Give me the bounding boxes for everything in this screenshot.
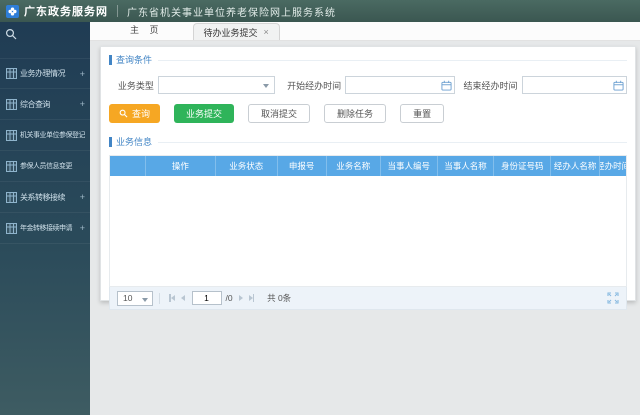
calendar-icon[interactable] — [440, 80, 452, 93]
tab-pending-business-submit[interactable]: 待办业务提交 × — [192, 23, 280, 40]
expand-icon[interactable] — [607, 292, 619, 304]
sidebar-item-label: 机关事业单位参保登记 — [20, 132, 85, 139]
sidebar-item-label: 关系转移接续 — [20, 192, 65, 202]
sidebar-item-person-info-change[interactable]: 参保人员信息变更 — [0, 151, 90, 182]
table-empty-body — [110, 176, 626, 286]
expand-plus-icon[interactable]: + — [80, 223, 85, 233]
search-icon — [119, 109, 128, 118]
delete-task-button[interactable]: 删除任务 — [324, 104, 387, 123]
start-time-input[interactable] — [346, 77, 454, 93]
query-section-header: 查询条件 — [109, 54, 627, 66]
tab-label: 待办业务提交 — [203, 27, 258, 38]
end-time-field — [521, 76, 628, 94]
business-type-label: 业务类型 — [117, 80, 154, 91]
content-panel: 查询条件 业务类型 开始经办时间 结束经办时间 查询 业务提交 取消提交 删除任… — [100, 46, 636, 310]
grid-icon — [6, 129, 17, 141]
tab-home[interactable]: 主 页 — [130, 23, 163, 36]
sidebar-item-label: 年金转移接续申请 — [20, 225, 72, 232]
expand-plus-icon[interactable]: + — [80, 69, 85, 79]
tab-bar: 主 页 待办业务提交 × — [90, 22, 640, 41]
sidebar-search-button[interactable] — [0, 22, 90, 46]
end-time-input[interactable] — [522, 77, 627, 93]
grid-icon — [6, 160, 17, 172]
grid-icon — [6, 68, 17, 79]
start-time-label: 开始经办时间 — [287, 80, 342, 91]
page-total-label: /0 — [225, 293, 233, 303]
section-divider — [158, 141, 627, 143]
record-count-label: 共 0条 — [267, 293, 292, 303]
sidebar-item-relation-transfer[interactable]: 关系转移接续 + — [0, 182, 90, 213]
header-divider — [117, 5, 118, 17]
table-header-row: 操作 业务状态 申报号 业务名称 当事人编号 当事人名称 身份证号码 经办人名称… — [110, 156, 626, 176]
prev-page-button[interactable] — [180, 295, 185, 301]
business-submit-button[interactable]: 业务提交 — [174, 104, 235, 123]
table-header-handler-name: 经办人名称 — [551, 156, 601, 176]
table-header-declare-no: 申报号 — [278, 156, 327, 176]
grid-icon — [6, 98, 17, 110]
info-section-header: 业务信息 — [109, 136, 627, 148]
top-header: 广东政务服务网 广东省机关事业单位养老保险网上服务系统 — [0, 0, 640, 22]
action-button-row: 查询 业务提交 取消提交 删除任务 重置 — [109, 104, 627, 123]
section-title: 业务信息 — [109, 137, 152, 147]
business-type-select[interactable] — [157, 76, 276, 94]
page-size-select[interactable]: 10 — [117, 290, 153, 306]
table-header-operation: 操作 — [146, 156, 216, 176]
sidebar-item-label: 综合查询 — [20, 99, 50, 109]
pagination-bar: 10 /0 共 0条 — [109, 287, 627, 310]
first-page-button[interactable] — [169, 294, 175, 302]
query-form-row: 业务类型 开始经办时间 结束经办时间 — [109, 76, 628, 94]
expand-plus-icon[interactable]: + — [80, 99, 85, 109]
chevron-down-icon — [142, 297, 148, 302]
cancel-submit-button[interactable]: 取消提交 — [248, 104, 311, 123]
sidebar-menu: 业务办理情况 + 综合查询 + 机关事业单位参保登记 参保人员信息变更 关系转移… — [0, 58, 90, 244]
table-header-id-number: 身份证号码 — [494, 156, 552, 176]
business-table: 操作 业务状态 申报号 业务名称 当事人编号 当事人名称 身份证号码 经办人名称… — [109, 155, 627, 287]
grid-icon — [6, 222, 17, 234]
section-divider — [158, 59, 627, 61]
table-header-status: 业务状态 — [216, 156, 278, 176]
next-page-button[interactable] — [238, 295, 243, 301]
sidebar-item-label: 参保人员信息变更 — [20, 163, 73, 170]
table-header-handle-time: 经办时间 — [600, 161, 626, 171]
sidebar-item-insurance-registration[interactable]: 机关事业单位参保登记 — [0, 120, 90, 151]
reset-button[interactable]: 重置 — [400, 104, 445, 123]
last-page-button[interactable] — [248, 294, 255, 302]
table-header-select — [110, 156, 147, 176]
close-icon[interactable]: × — [264, 27, 269, 37]
system-title: 广东省机关事业单位养老保险网上服务系统 — [127, 7, 336, 19]
sidebar-item-annuity-transfer[interactable]: 年金转移接续申请 + — [0, 213, 90, 244]
search-icon — [5, 28, 17, 40]
sidebar: 业务办理情况 + 综合查询 + 机关事业单位参保登记 参保人员信息变更 关系转移… — [0, 22, 90, 415]
search-button[interactable]: 查询 — [109, 104, 161, 123]
grid-icon — [6, 191, 17, 203]
pagination-divider — [159, 292, 160, 304]
sidebar-item-comprehensive-query[interactable]: 综合查询 + — [0, 89, 90, 120]
sidebar-item-label: 业务办理情况 — [20, 69, 65, 78]
chevron-down-icon — [263, 84, 270, 88]
table-header-business-name: 业务名称 — [327, 156, 381, 176]
brand-title: 广东政务服务网 — [24, 6, 108, 18]
main-content: 主 页 待办业务提交 × 查询条件 业务类型 开始经办时间 结束经办时间 查询 … — [90, 22, 640, 415]
end-time-label: 结束经办时间 — [463, 80, 518, 91]
expand-plus-icon[interactable]: + — [80, 192, 85, 202]
calendar-icon[interactable] — [613, 80, 624, 93]
gov-logo-icon — [6, 4, 19, 18]
section-title: 查询条件 — [109, 55, 152, 65]
page-number-input[interactable] — [191, 291, 222, 305]
table-header-party-no: 当事人编号 — [381, 156, 438, 176]
sidebar-item-business-status[interactable]: 业务办理情况 + — [0, 58, 90, 89]
start-time-field — [345, 76, 455, 94]
table-header-party-name: 当事人名称 — [438, 156, 495, 176]
